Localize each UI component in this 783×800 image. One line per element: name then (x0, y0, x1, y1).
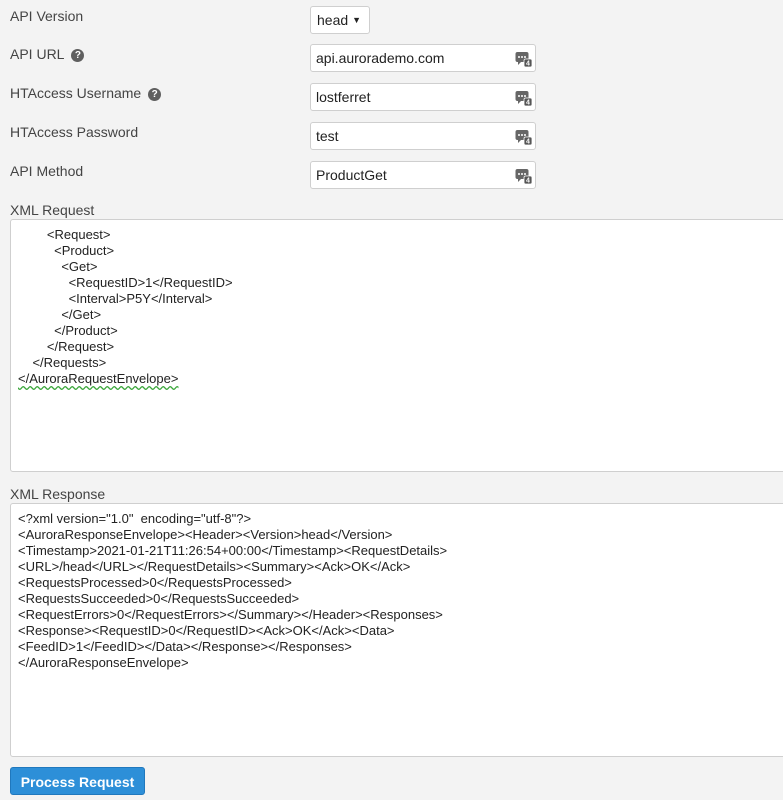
api-version-value: head (317, 12, 349, 28)
api-url-label: API URL? (10, 44, 85, 64)
api-version-select[interactable]: head ▼ (310, 6, 370, 34)
xml-request-text: <Request> <Product> <Get> <RequestID>1</… (32, 227, 233, 370)
token-badge-text: 4 (526, 100, 530, 107)
token-badge-text: 4 (526, 139, 530, 146)
htaccess-password-label: HTAccess Password (10, 124, 139, 140)
htaccess-username-label: HTAccess Username? (10, 83, 162, 103)
api-url-field[interactable]: 4 (310, 44, 536, 72)
api-method-row: API Method 4 (10, 161, 783, 191)
htaccess-username-label-text: HTAccess Username (10, 85, 142, 101)
token-insert-icon[interactable]: 4 (515, 128, 532, 145)
chevron-down-icon: ▼ (352, 15, 362, 25)
htaccess-username-input[interactable] (311, 84, 506, 110)
api-method-field[interactable]: 4 (310, 161, 536, 189)
xml-request-label: XML Request (10, 202, 95, 218)
token-insert-icon[interactable]: 4 (515, 167, 532, 184)
xml-request-textarea[interactable]: <Request> <Product> <Get> <RequestID>1</… (10, 219, 783, 472)
help-icon[interactable]: ? (71, 49, 85, 62)
xml-response-textarea[interactable]: <?xml version="1.0" encoding="utf-8"?> <… (10, 503, 783, 757)
xml-request-last-line: </AuroraRequestEnvelope> (18, 371, 179, 386)
api-url-label-text: API URL (10, 46, 65, 62)
api-url-input[interactable] (311, 45, 506, 71)
process-request-button[interactable]: Process Request (10, 767, 145, 795)
htaccess-password-input[interactable] (311, 123, 506, 149)
api-url-row: API URL? 4 (10, 44, 783, 74)
token-badge-text: 4 (526, 178, 530, 185)
htaccess-password-row: HTAccess Password 4 (10, 122, 783, 152)
token-insert-icon[interactable]: 4 (515, 89, 532, 106)
api-method-label: API Method (10, 163, 84, 179)
api-version-row: API Version head ▼ (10, 6, 783, 36)
htaccess-username-row: HTAccess Username? 4 (10, 83, 783, 113)
token-badge-text: 4 (526, 61, 530, 68)
api-method-input[interactable] (311, 162, 506, 188)
api-version-label: API Version (10, 8, 84, 24)
htaccess-password-field[interactable]: 4 (310, 122, 536, 150)
help-icon[interactable]: ? (148, 88, 162, 101)
token-insert-icon[interactable]: 4 (515, 50, 532, 67)
xml-response-label: XML Response (10, 486, 106, 502)
htaccess-username-field[interactable]: 4 (310, 83, 536, 111)
xml-response-text: <?xml version="1.0" encoding="utf-8"?> <… (18, 511, 448, 670)
